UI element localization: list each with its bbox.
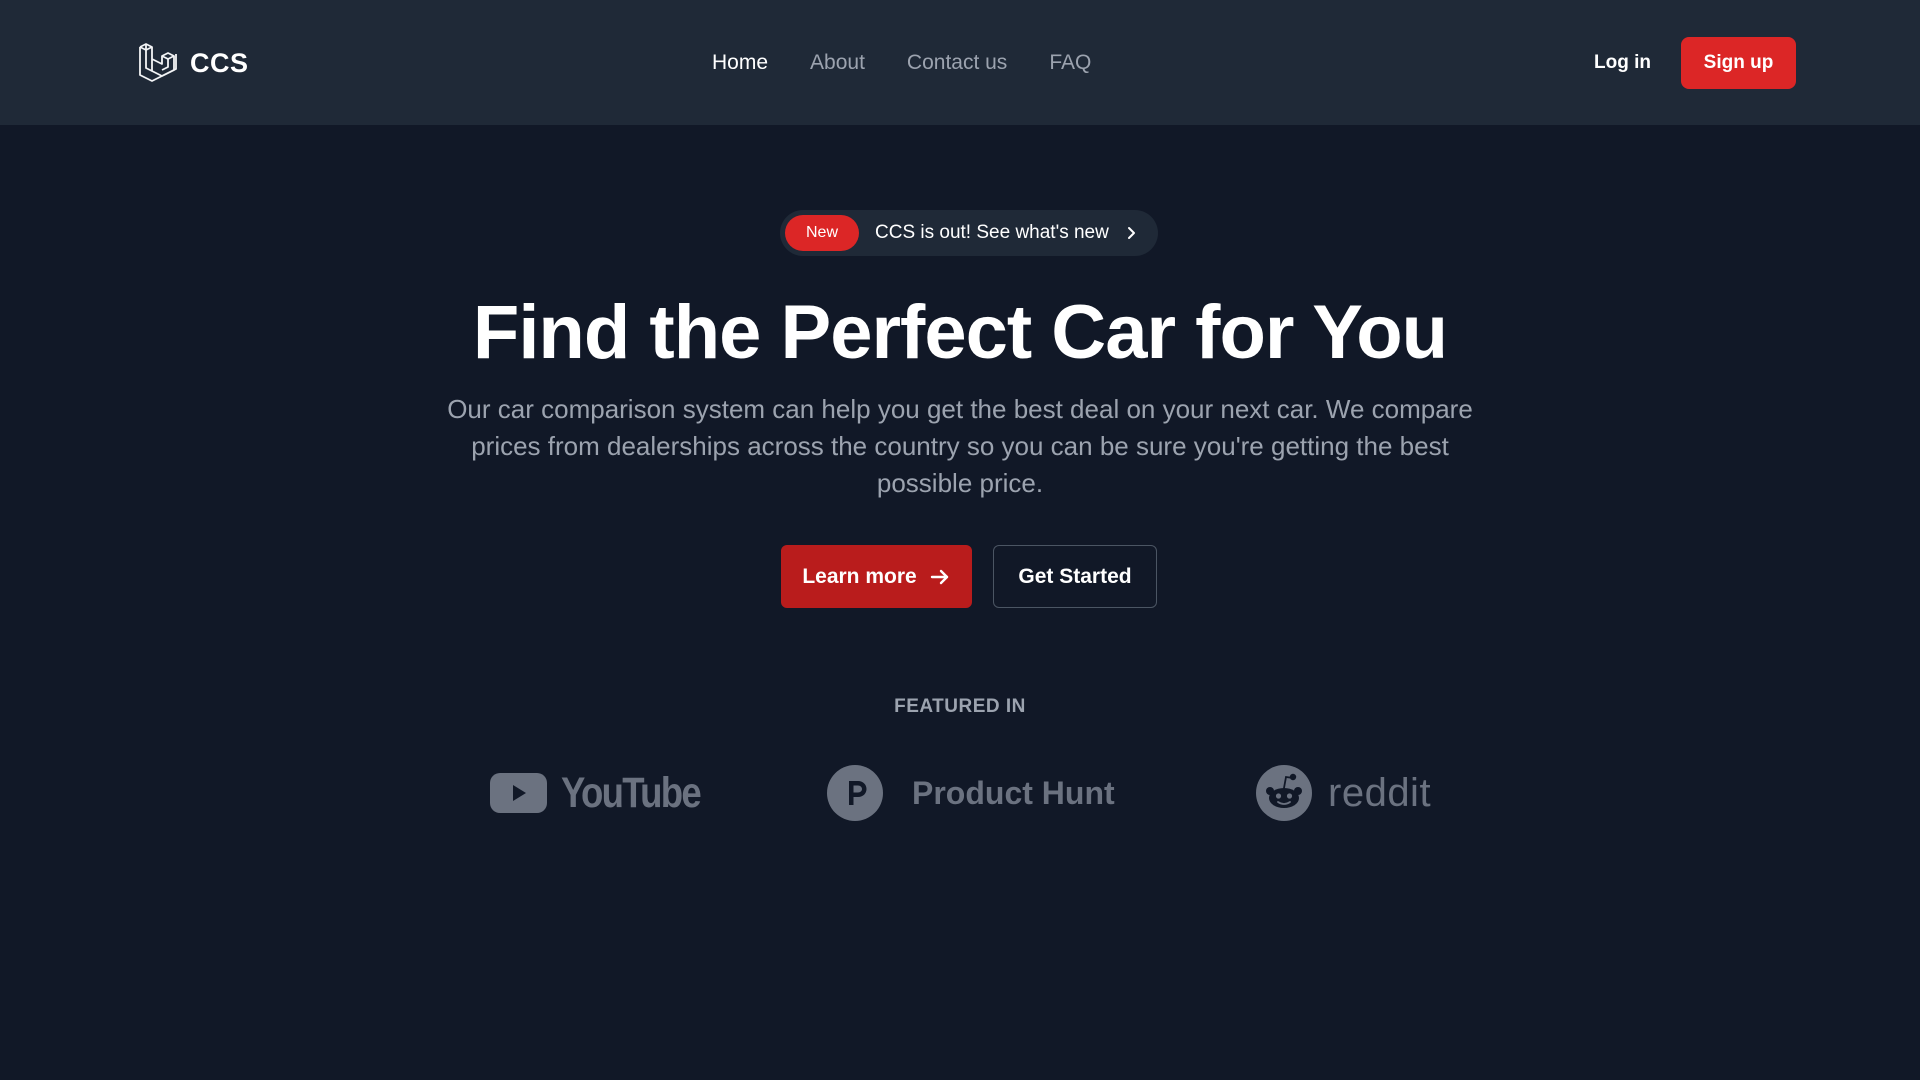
- featured-logo-youtube: YouTube: [490, 763, 725, 823]
- reddit-wordmark: reddit: [1328, 770, 1432, 815]
- main-nav: Home About Contact us FAQ: [712, 46, 1091, 80]
- featured-logo-reddit: reddit: [1256, 763, 1431, 823]
- learn-more-button[interactable]: Learn more: [781, 545, 972, 608]
- announcement-pill[interactable]: New CCS is out! See what's new: [780, 210, 1158, 256]
- announcement-text: CCS is out! See what's new: [875, 222, 1109, 243]
- nav-item-faq[interactable]: FAQ: [1049, 51, 1091, 75]
- nav-item-contact-us[interactable]: Contact us: [907, 51, 1007, 75]
- signup-button[interactable]: Sign up: [1681, 37, 1796, 89]
- youtube-icon: [490, 773, 547, 813]
- login-link[interactable]: Log in: [1594, 46, 1651, 80]
- product-hunt-icon: [827, 765, 883, 821]
- featured-logo-product-hunt: Product Hunt: [827, 763, 1115, 823]
- page-title: Find the Perfect Car for You: [472, 290, 1448, 375]
- learn-more-label: Learn more: [802, 564, 917, 588]
- brand-name: CCS: [190, 47, 249, 78]
- nav-item-home[interactable]: Home: [712, 51, 768, 75]
- reddit-icon: [1256, 765, 1312, 821]
- brand-logo-link[interactable]: CCS: [136, 40, 249, 86]
- get-started-button[interactable]: Get Started: [993, 545, 1157, 608]
- chevron-right-icon: [1127, 227, 1135, 239]
- hero-description: Our car comparison system can help you g…: [447, 394, 1473, 498]
- arrow-right-icon: [930, 569, 948, 584]
- site-header: CCS Home About Contact us FAQ Log in Sig…: [0, 0, 1920, 125]
- youtube-wordmark: YouTube: [561, 768, 702, 817]
- stacked-cubes-icon: [139, 43, 177, 82]
- new-badge: New: [785, 215, 859, 251]
- featured-in-label: FEATURED IN: [894, 696, 1026, 717]
- nav-item-about[interactable]: About: [810, 51, 865, 75]
- product-hunt-wordmark: Product Hunt: [912, 774, 1115, 811]
